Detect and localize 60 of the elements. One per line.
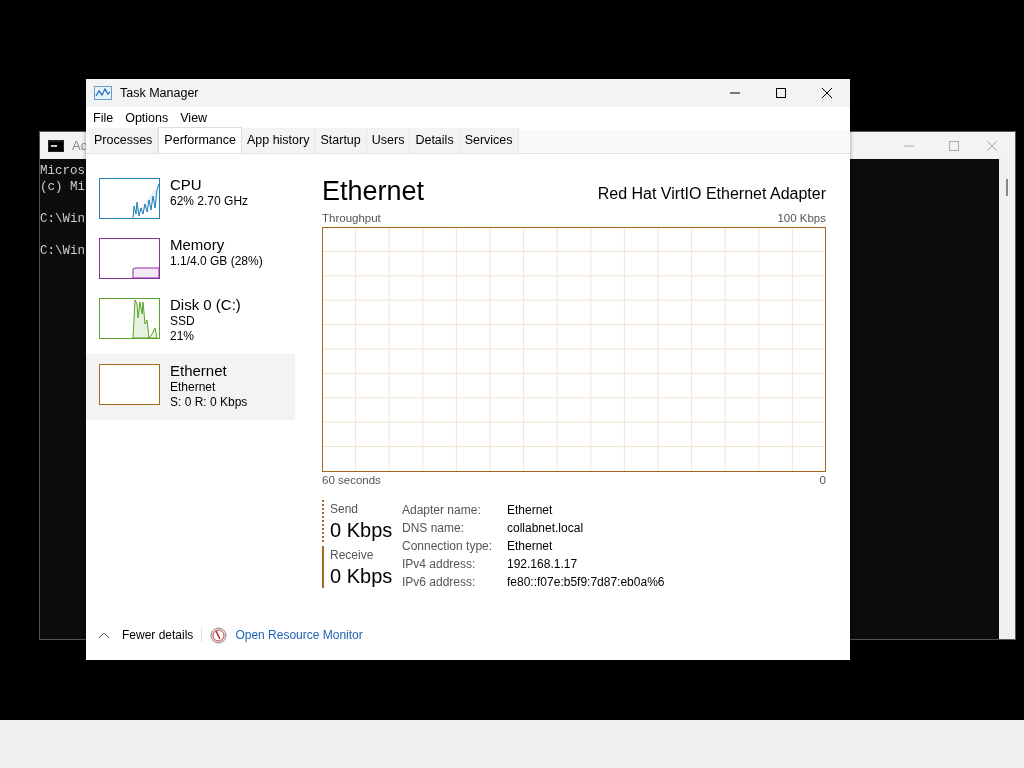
tab[interactable]: Startup [315,128,367,153]
console-line: (c) Mi [40,179,85,195]
window-title: Task Manager [120,84,199,102]
tab[interactable]: Details [410,128,460,153]
graph-label: Throughput [322,211,381,226]
maximize-icon [775,87,787,99]
tab[interactable]: Services [459,128,519,153]
device-detail: 62% 2.70 GHz [170,194,249,209]
stat-label: Receive [330,546,375,564]
dotted-indicator-line [322,499,324,542]
sidebar-item[interactable]: Ethernet Ethernet S: 0 R: 0 Kbps [86,354,295,420]
tab[interactable]: Processes [89,128,159,153]
property-value: collabnet.local [507,519,584,537]
stat-value: 0 Kbps [330,563,393,588]
property-value: Ethernet [507,537,553,555]
stat-value: 0 Kbps [330,517,393,542]
chevron-up-icon[interactable] [98,631,110,639]
device-name: Ethernet [170,362,228,380]
device-detail: S: 0 R: 0 Kbps [170,395,248,410]
property-value: 192.168.1.17 [507,555,578,573]
console-line: C:\Win [40,211,85,227]
graph-max-label: 100 Kbps [777,211,826,226]
property-label: Connection type: [402,537,494,555]
property-label: IPv4 address: [402,555,477,573]
sidebar-item[interactable]: Memory 1.1/4.0 GB (28%) [86,234,295,294]
stat-label: Send [330,500,360,518]
chart-icon [94,86,112,100]
graph-min-label: 0 [819,473,826,489]
tab[interactable]: Performance [158,127,242,153]
indicator-line [322,545,324,588]
console-icon [48,139,64,152]
fewer-details-link[interactable]: Fewer details [122,626,194,644]
device-detail: 21% [170,329,196,344]
device-detail: SSD [170,314,196,329]
menu-item[interactable]: Options [119,109,175,128]
console-line: Micros [40,163,85,179]
device-name: Memory [170,236,226,254]
scrollbar-thumb[interactable] [1006,179,1008,196]
property-label: IPv6 address: [402,573,477,591]
adapter-name: Red Hat VirtIO Ethernet Adapter [597,184,826,204]
panel-title: Ethernet [322,176,425,206]
device-detail: Ethernet [170,380,217,395]
property-label: DNS name: [402,519,466,537]
property-value: fe80::f07e:b5f9:7d87:eb0a%6 [507,573,665,591]
tab[interactable]: Users [366,128,411,153]
device-name: CPU [170,176,203,194]
sidebar-item[interactable]: Disk 0 (C:) SSD 21% [86,294,295,354]
sidebar-item[interactable]: CPU 62% 2.70 GHz [86,174,295,234]
close-icon [821,87,833,99]
tab[interactable]: App history [241,128,316,153]
property-value: Ethernet [507,501,553,519]
time-span-label: 60 seconds [322,473,381,489]
device-detail: 1.1/4.0 GB (28%) [170,254,263,269]
device-name: Disk 0 (C:) [170,296,241,314]
gauge-icon[interactable] [210,626,228,644]
property-label: Adapter name: [402,501,482,519]
resource-monitor-link[interactable]: Open Resource Monitor [235,626,363,644]
menu-item[interactable]: File [87,109,120,128]
menu-item[interactable]: View [174,109,214,128]
console-line: C:\Win [40,243,85,259]
